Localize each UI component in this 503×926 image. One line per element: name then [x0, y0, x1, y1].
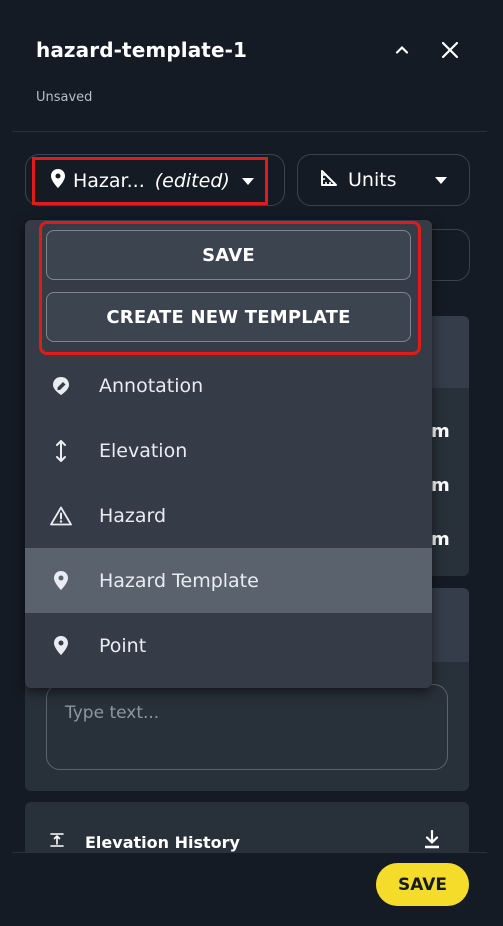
object-type-dropdown[interactable]: Hazar... (edited) — [32, 157, 268, 205]
caret-down-icon — [241, 177, 254, 185]
template-panel: hazard-template-1 Unsaved m m m Type tex… — [0, 0, 503, 926]
caret-down-icon — [434, 176, 447, 184]
location-pin-icon — [51, 169, 65, 193]
annotation-icon — [49, 374, 73, 398]
section-label: Elevation History — [85, 833, 240, 852]
units-label: Units — [348, 169, 397, 191]
highlight-box — [39, 221, 421, 355]
panel-title: hazard-template-1 — [36, 38, 248, 62]
menu-item-label: Hazard — [99, 504, 167, 527]
menu-item-label: Hazard Template — [99, 569, 259, 592]
unit-suffix: m — [431, 475, 450, 496]
download-icon[interactable] — [423, 829, 441, 850]
menu-item-hazard[interactable]: Hazard — [25, 483, 432, 548]
edited-indicator: (edited) — [154, 170, 230, 192]
close-icon[interactable] — [438, 38, 462, 62]
menu-item-label: Elevation — [99, 439, 188, 462]
menu-item-elevation[interactable]: Elevation — [25, 418, 432, 483]
menu-item-hazard-template[interactable]: Hazard Template — [25, 548, 432, 613]
header-divider — [12, 131, 487, 132]
menu-item-label: Point — [99, 634, 147, 657]
object-type-label: Hazar... — [73, 170, 145, 192]
save-button[interactable]: SAVE — [376, 863, 469, 906]
notes-textarea[interactable]: Type text... — [46, 684, 448, 770]
elevation-history-section[interactable]: Elevation History — [25, 802, 469, 852]
elevation-icon — [49, 439, 73, 463]
menu-item-annotation[interactable]: Annotation — [25, 353, 432, 418]
footer-divider — [12, 852, 487, 853]
save-status: Unsaved — [36, 90, 93, 105]
vertical-align-icon — [49, 832, 65, 848]
ruler-icon — [320, 169, 338, 191]
hazard-icon — [49, 504, 73, 528]
units-selector[interactable]: Units — [297, 154, 470, 206]
menu-item-point[interactable]: Point — [25, 613, 432, 678]
unit-suffix: m — [431, 529, 450, 550]
unit-suffix: m — [431, 421, 450, 442]
menu-item-label: Annotation — [99, 374, 204, 397]
chevron-up-icon[interactable] — [390, 38, 414, 62]
location-pin-icon — [49, 634, 73, 658]
location-pin-icon — [49, 569, 73, 593]
